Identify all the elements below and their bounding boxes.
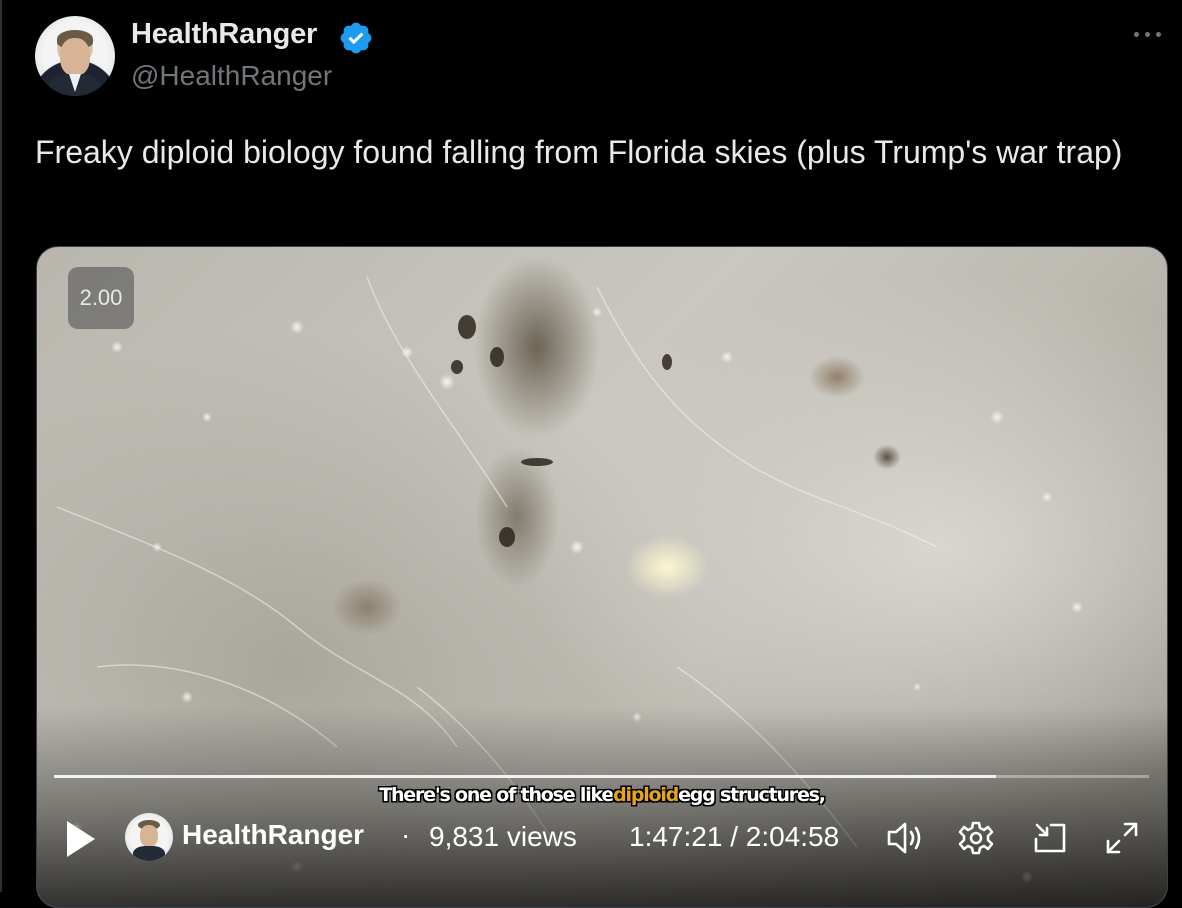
- caption-highlight-word: diploid: [613, 784, 679, 806]
- post-text: Freaky diploid biology found falling fro…: [35, 134, 1123, 170]
- picture-in-picture-icon[interactable]: [1031, 819, 1069, 857]
- time-display: 1:47:21 / 2:04:58: [629, 821, 840, 852]
- volume-icon[interactable]: [885, 819, 925, 857]
- video-player[interactable]: 2.00 There's one of those likediploidegg…: [36, 246, 1168, 908]
- more-options-icon[interactable]: [1130, 24, 1166, 44]
- player-controls: HealthRanger · 9,831 views 1:47:21 / 2:0…: [37, 807, 1167, 867]
- caption-text-after: egg structures,: [678, 784, 826, 806]
- caption-text-before: There's one of those like: [379, 784, 614, 806]
- meta-separator: ·: [401, 819, 411, 850]
- channel-name[interactable]: HealthRanger: [182, 819, 364, 851]
- timeline-divider: [0, 0, 2, 892]
- play-icon[interactable]: [64, 819, 98, 859]
- author-handle[interactable]: @HealthRanger: [131, 60, 332, 92]
- subtitle-caption: There's one of those likediploidegg stru…: [37, 784, 1167, 806]
- fullscreen-icon[interactable]: [1103, 819, 1141, 857]
- progress-bar-fill: [54, 775, 996, 778]
- verified-badge-icon[interactable]: [338, 20, 374, 56]
- playback-speed-badge[interactable]: 2.00: [68, 267, 134, 329]
- gear-icon[interactable]: [957, 819, 995, 857]
- author-display-name[interactable]: HealthRanger: [131, 18, 317, 51]
- progress-bar[interactable]: [54, 775, 1149, 778]
- channel-avatar[interactable]: [125, 813, 173, 861]
- view-count: 9,831 views: [429, 821, 577, 852]
- author-avatar[interactable]: [35, 16, 115, 96]
